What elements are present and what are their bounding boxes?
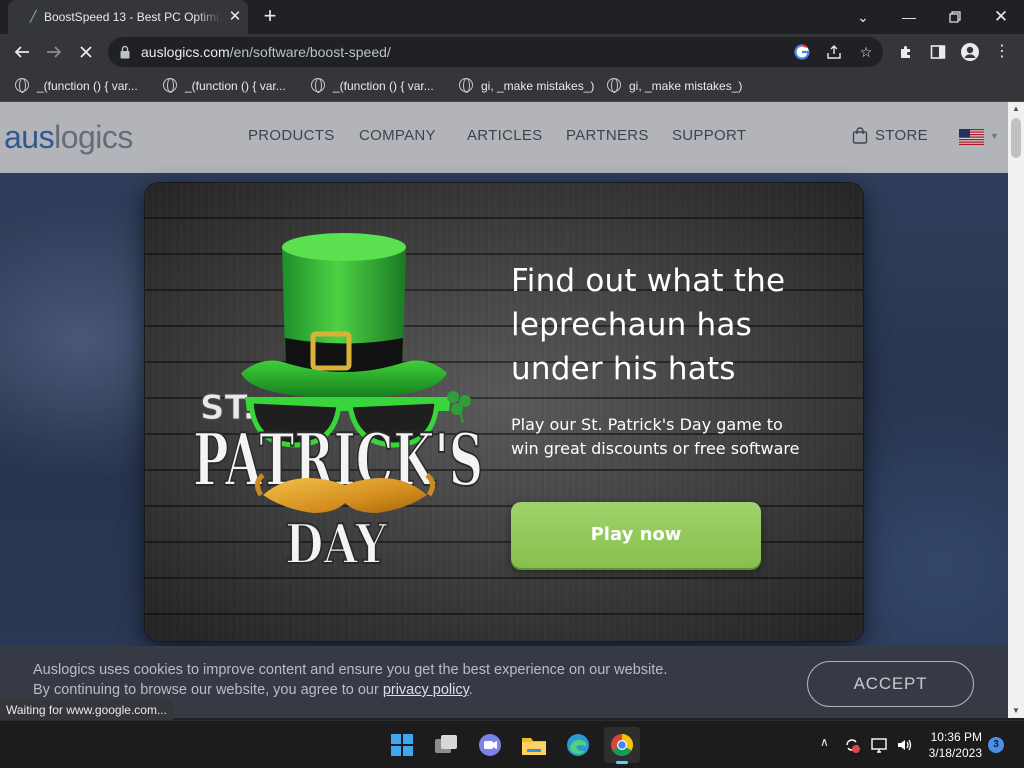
globe-icon bbox=[459, 78, 473, 93]
globe-icon bbox=[311, 78, 325, 93]
bookmark-item[interactable]: gi, _make mistakes_) bbox=[607, 77, 742, 95]
globe-icon bbox=[607, 78, 621, 93]
browser-toolbar: auslogics.com/en/software/boost-speed/ ☆… bbox=[0, 34, 1024, 70]
day-text: DAY bbox=[285, 512, 388, 576]
back-button[interactable] bbox=[8, 38, 36, 66]
url-path: /en/software/boost-speed/ bbox=[229, 44, 391, 60]
page-scrollbar[interactable]: ▲ ▼ bbox=[1008, 102, 1024, 718]
clock-date: 3/18/2023 bbox=[928, 746, 982, 760]
sync-alert-icon[interactable] bbox=[843, 736, 861, 754]
bookmark-label: gi, _make mistakes_) bbox=[629, 79, 743, 93]
close-tab-icon[interactable]: ✕ bbox=[226, 8, 244, 26]
bookmark-label: _(function () { var... bbox=[37, 79, 138, 93]
scroll-thumb[interactable] bbox=[1011, 118, 1021, 158]
stop-loading-button[interactable] bbox=[72, 38, 100, 66]
restore-button[interactable] bbox=[941, 3, 969, 31]
bookmark-item[interactable]: gi, _make mistakes_) bbox=[459, 77, 594, 95]
new-tab-button[interactable]: + bbox=[258, 5, 282, 29]
tab-title: BoostSpeed 13 - Best PC Optimizer bbox=[44, 10, 222, 24]
forward-button[interactable] bbox=[40, 38, 68, 66]
show-hidden-icons-icon[interactable]: ∧ bbox=[820, 735, 829, 749]
url-text[interactable]: auslogics.com/en/software/boost-speed/ bbox=[141, 44, 391, 60]
edge-browser-icon[interactable] bbox=[560, 727, 596, 763]
extensions-icon[interactable] bbox=[892, 38, 920, 66]
accept-cookies-button[interactable]: ACCEPT bbox=[807, 661, 974, 707]
task-view-icon[interactable] bbox=[428, 727, 464, 763]
promo-heading: Find out what the leprechaun has under h… bbox=[511, 263, 786, 387]
minimize-button[interactable]: — bbox=[895, 3, 923, 31]
tab-strip: ╱ BoostSpeed 13 - Best PC Optimizer ✕ + … bbox=[0, 0, 1024, 34]
windows-taskbar: ∧ 10:36 PM 3/18/2023 3 bbox=[0, 720, 1024, 768]
bookmark-star-icon[interactable]: ☆ bbox=[856, 42, 876, 62]
side-panel-icon[interactable] bbox=[924, 38, 952, 66]
st-patricks-hat-illustration: ST. PATRICK'S DAY bbox=[192, 233, 484, 577]
bookmark-item[interactable]: _(function () { var... bbox=[311, 77, 434, 95]
volume-icon[interactable] bbox=[895, 736, 913, 754]
active-tab[interactable]: ╱ BoostSpeed 13 - Best PC Optimizer ✕ bbox=[8, 0, 248, 34]
st-patricks-promo-modal: ST. PATRICK'S DAY Find out what the lepr… bbox=[145, 183, 863, 641]
chrome-menu-icon[interactable]: ⋮ bbox=[988, 38, 1016, 66]
status-bubble: Waiting for www.google.com... bbox=[0, 700, 173, 720]
google-lens-icon[interactable] bbox=[792, 42, 812, 62]
profile-avatar-icon[interactable] bbox=[956, 38, 984, 66]
active-app-indicator bbox=[616, 761, 628, 764]
start-button[interactable] bbox=[384, 727, 420, 763]
lock-icon[interactable] bbox=[120, 45, 130, 59]
bookmark-item[interactable]: _(function () { var... bbox=[15, 77, 138, 95]
bookmark-label: _(function () { var... bbox=[333, 79, 434, 93]
cookie-message: Auslogics uses cookies to improve conten… bbox=[33, 662, 668, 698]
chrome-taskbar-icon[interactable] bbox=[604, 727, 640, 764]
bookmark-label: _(function () { var... bbox=[185, 79, 286, 93]
globe-icon bbox=[15, 78, 29, 93]
bookmark-item[interactable]: _(function () { var... bbox=[163, 77, 286, 95]
system-clock[interactable]: 10:36 PM 3/18/2023 bbox=[918, 729, 982, 761]
close-window-button[interactable]: ✕ bbox=[987, 3, 1015, 31]
clock-time: 10:36 PM bbox=[930, 730, 982, 744]
scroll-down-icon[interactable]: ▼ bbox=[1008, 704, 1024, 718]
play-now-button[interactable]: Play now bbox=[511, 502, 761, 568]
share-icon[interactable] bbox=[824, 42, 844, 62]
teams-chat-icon[interactable] bbox=[472, 727, 508, 763]
page-viewport: auslogics PRODUCTS COMPANY ARTICLES PART… bbox=[0, 102, 1008, 718]
url-host: auslogics.com bbox=[141, 44, 230, 60]
bookmarks-bar: _(function () { var... _(function () { v… bbox=[0, 70, 1024, 102]
notification-badge[interactable]: 3 bbox=[988, 737, 1004, 753]
promo-subtext: Play our St. Patrick's Day game to win g… bbox=[511, 415, 800, 458]
loading-favicon-icon: ╱ bbox=[30, 11, 37, 23]
address-bar[interactable]: auslogics.com/en/software/boost-speed/ ☆ bbox=[108, 37, 883, 67]
globe-icon bbox=[163, 78, 177, 93]
privacy-policy-link[interactable]: privacy policy bbox=[383, 682, 469, 698]
scroll-up-icon[interactable]: ▲ bbox=[1008, 102, 1024, 116]
file-explorer-icon[interactable] bbox=[516, 727, 552, 763]
tab-search-button[interactable]: ⌄ bbox=[849, 3, 877, 31]
network-icon[interactable] bbox=[870, 736, 888, 754]
bookmark-label: gi, _make mistakes_) bbox=[481, 79, 595, 93]
